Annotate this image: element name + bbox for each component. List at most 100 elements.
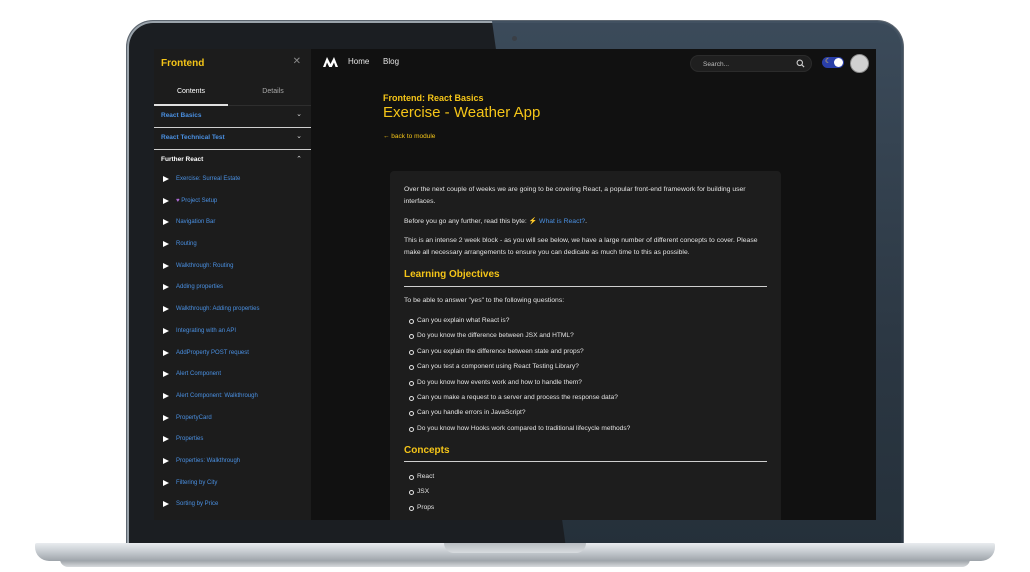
play-icon (163, 479, 169, 486)
search-input[interactable] (701, 58, 791, 70)
sidebar-item[interactable]: Walkthrough: Routing (154, 257, 311, 279)
sidebar-item[interactable]: Walkthrough: Adding properties (154, 300, 311, 322)
sidebar-item-label: Alert Component: Walkthrough (176, 393, 258, 399)
sidebar-item-text: AddProperty POST request (176, 349, 249, 356)
sidebar-item[interactable]: AddProperty POST request (154, 344, 311, 366)
heading-divider (404, 461, 767, 462)
sidebar-item[interactable]: Exercise: Surreal Estate (154, 170, 311, 192)
nav-blog[interactable]: Blog (383, 57, 399, 66)
sidebar-item[interactable]: Properties (154, 430, 311, 452)
avatar[interactable] (850, 54, 869, 73)
sidebar-item-text: Alert Component (176, 371, 222, 378)
concept-item: Props (404, 502, 769, 517)
sidebar-item-label: Exercise: Surreal Estate (176, 176, 240, 182)
objective-item: Do you know the difference between JSX a… (404, 330, 769, 345)
concepts-heading: Concepts (404, 445, 450, 456)
sidebar-item[interactable]: Sorting by Price (154, 495, 311, 517)
objective-item: Can you handle errors in JavaScript? (404, 407, 769, 422)
sidebar-item-label: Adding properties (176, 284, 223, 290)
sidebar-item-text: Navigation Bar (176, 219, 216, 226)
play-icon (163, 241, 169, 248)
page-title: Exercise - Weather App (383, 104, 541, 121)
section-further-react[interactable]: Further React ⌃ (154, 150, 311, 171)
read-byte-suffix: . (585, 218, 588, 225)
play-icon (163, 176, 169, 182)
sidebar-item-text: Adding properties (176, 284, 224, 291)
sidebar-item[interactable]: ♥ Project Setup (154, 192, 311, 214)
play-icon (163, 262, 169, 269)
objective-item: Do you know how Hooks work compared to t… (404, 423, 769, 438)
section-react-technical-test[interactable]: React Technical Test ⌄ (154, 128, 311, 150)
read-byte-paragraph: Before you go any further, read this byt… (404, 216, 769, 228)
sidebar-item[interactable]: Adding properties (154, 278, 311, 300)
webcam (512, 36, 517, 41)
concepts-list: React JSX Props (404, 471, 769, 517)
sidebar-header: Frontend ✕ (154, 49, 311, 79)
sidebar-item-label: Filtering by City (176, 480, 217, 486)
laptop-notch (444, 543, 586, 553)
section-label: React Technical Test (161, 134, 225, 141)
sidebar-item-label: Alert Component (176, 371, 221, 377)
sidebar-item-label: ♥ Project Setup (176, 198, 217, 204)
nav-home[interactable]: Home (348, 57, 369, 66)
sidebar-item-label: Navigation Bar (176, 219, 215, 225)
sidebar-item-text: Walkthrough: Routing (176, 262, 234, 269)
logo-icon[interactable] (323, 57, 338, 67)
sidebar-item-label: Sorting by Price (176, 501, 218, 507)
objective-item: Can you test a component using React Tes… (404, 361, 769, 376)
sidebar-item-list: Exercise: Surreal Estate ♥ Project Setup N… (154, 170, 311, 517)
play-icon (163, 371, 169, 378)
sidebar-item-label: PropertyCard (176, 415, 212, 421)
sidebar-item[interactable]: Alert Component: Walkthrough (154, 387, 311, 409)
play-icon (163, 392, 169, 399)
concept-item: React (404, 471, 769, 486)
objective-item: Do you know how events work and how to h… (404, 377, 769, 392)
sidebar-item[interactable]: Properties: Walkthrough (154, 452, 311, 474)
toggle-knob (834, 58, 843, 67)
sidebar-item-text: PropertyCard (176, 414, 212, 421)
play-icon (163, 284, 169, 291)
heading-divider (404, 286, 767, 287)
sidebar-item-text: Filtering by City (176, 479, 218, 486)
back-to-module-link[interactable]: ← back to module (383, 133, 435, 140)
sidebar-item[interactable]: Navigation Bar (154, 213, 311, 235)
play-icon (163, 197, 169, 204)
sidebar-item-label: Walkthrough: Routing (176, 263, 233, 269)
sidebar-item-text: Project Setup (181, 197, 218, 204)
sidebar-item-text: Alert Component: Walkthrough (176, 392, 258, 399)
close-icon[interactable]: ✕ (293, 56, 301, 67)
sidebar-item[interactable]: PropertyCard (154, 409, 311, 431)
screen: Frontend ✕ Contents Details React Basics… (154, 49, 876, 520)
play-icon (163, 306, 169, 313)
what-is-react-link[interactable]: What is React? (539, 218, 585, 225)
sidebar: Frontend ✕ Contents Details React Basics… (154, 49, 311, 520)
content-card: Over the next couple of weeks we are goi… (390, 171, 781, 520)
play-icon (163, 501, 169, 508)
objectives-list: Can you explain what React is? Do you kno… (404, 315, 769, 438)
sidebar-item-label: Walkthrough: Adding properties (176, 306, 260, 312)
chevron-down-icon: ⌄ (296, 133, 302, 140)
objective-item: Can you explain the difference between s… (404, 346, 769, 361)
tab-contents[interactable]: Contents (154, 88, 228, 95)
main-content: Home Blog ☾ Frontend: React Basics Exerc… (311, 49, 876, 520)
search-icon[interactable] (796, 59, 805, 68)
play-icon (163, 414, 169, 421)
section-label: Further React (161, 156, 204, 163)
sidebar-tabs: Contents Details (154, 79, 311, 106)
theme-toggle[interactable]: ☾ (822, 57, 844, 68)
breadcrumb[interactable]: Frontend: React Basics (383, 93, 484, 103)
tab-details[interactable]: Details (236, 88, 310, 95)
sidebar-item-text: Properties: Walkthrough (176, 457, 241, 464)
play-icon (163, 457, 169, 464)
sidebar-item[interactable]: Alert Component (154, 365, 311, 387)
objectives-intro: To be able to answer "yes" to the follow… (404, 297, 565, 304)
sidebar-item-text: Routing (176, 241, 197, 248)
sidebar-item[interactable]: Routing (154, 235, 311, 257)
section-react-basics[interactable]: React Basics ⌄ (154, 106, 311, 128)
play-icon (163, 436, 169, 443)
sidebar-item-label: Properties: Walkthrough (176, 458, 240, 464)
section-label: React Basics (161, 112, 202, 119)
sidebar-item[interactable]: Filtering by City (154, 474, 311, 496)
sidebar-item[interactable]: Integrating with an API (154, 322, 311, 344)
objective-item: Can you explain what React is? (404, 315, 769, 330)
